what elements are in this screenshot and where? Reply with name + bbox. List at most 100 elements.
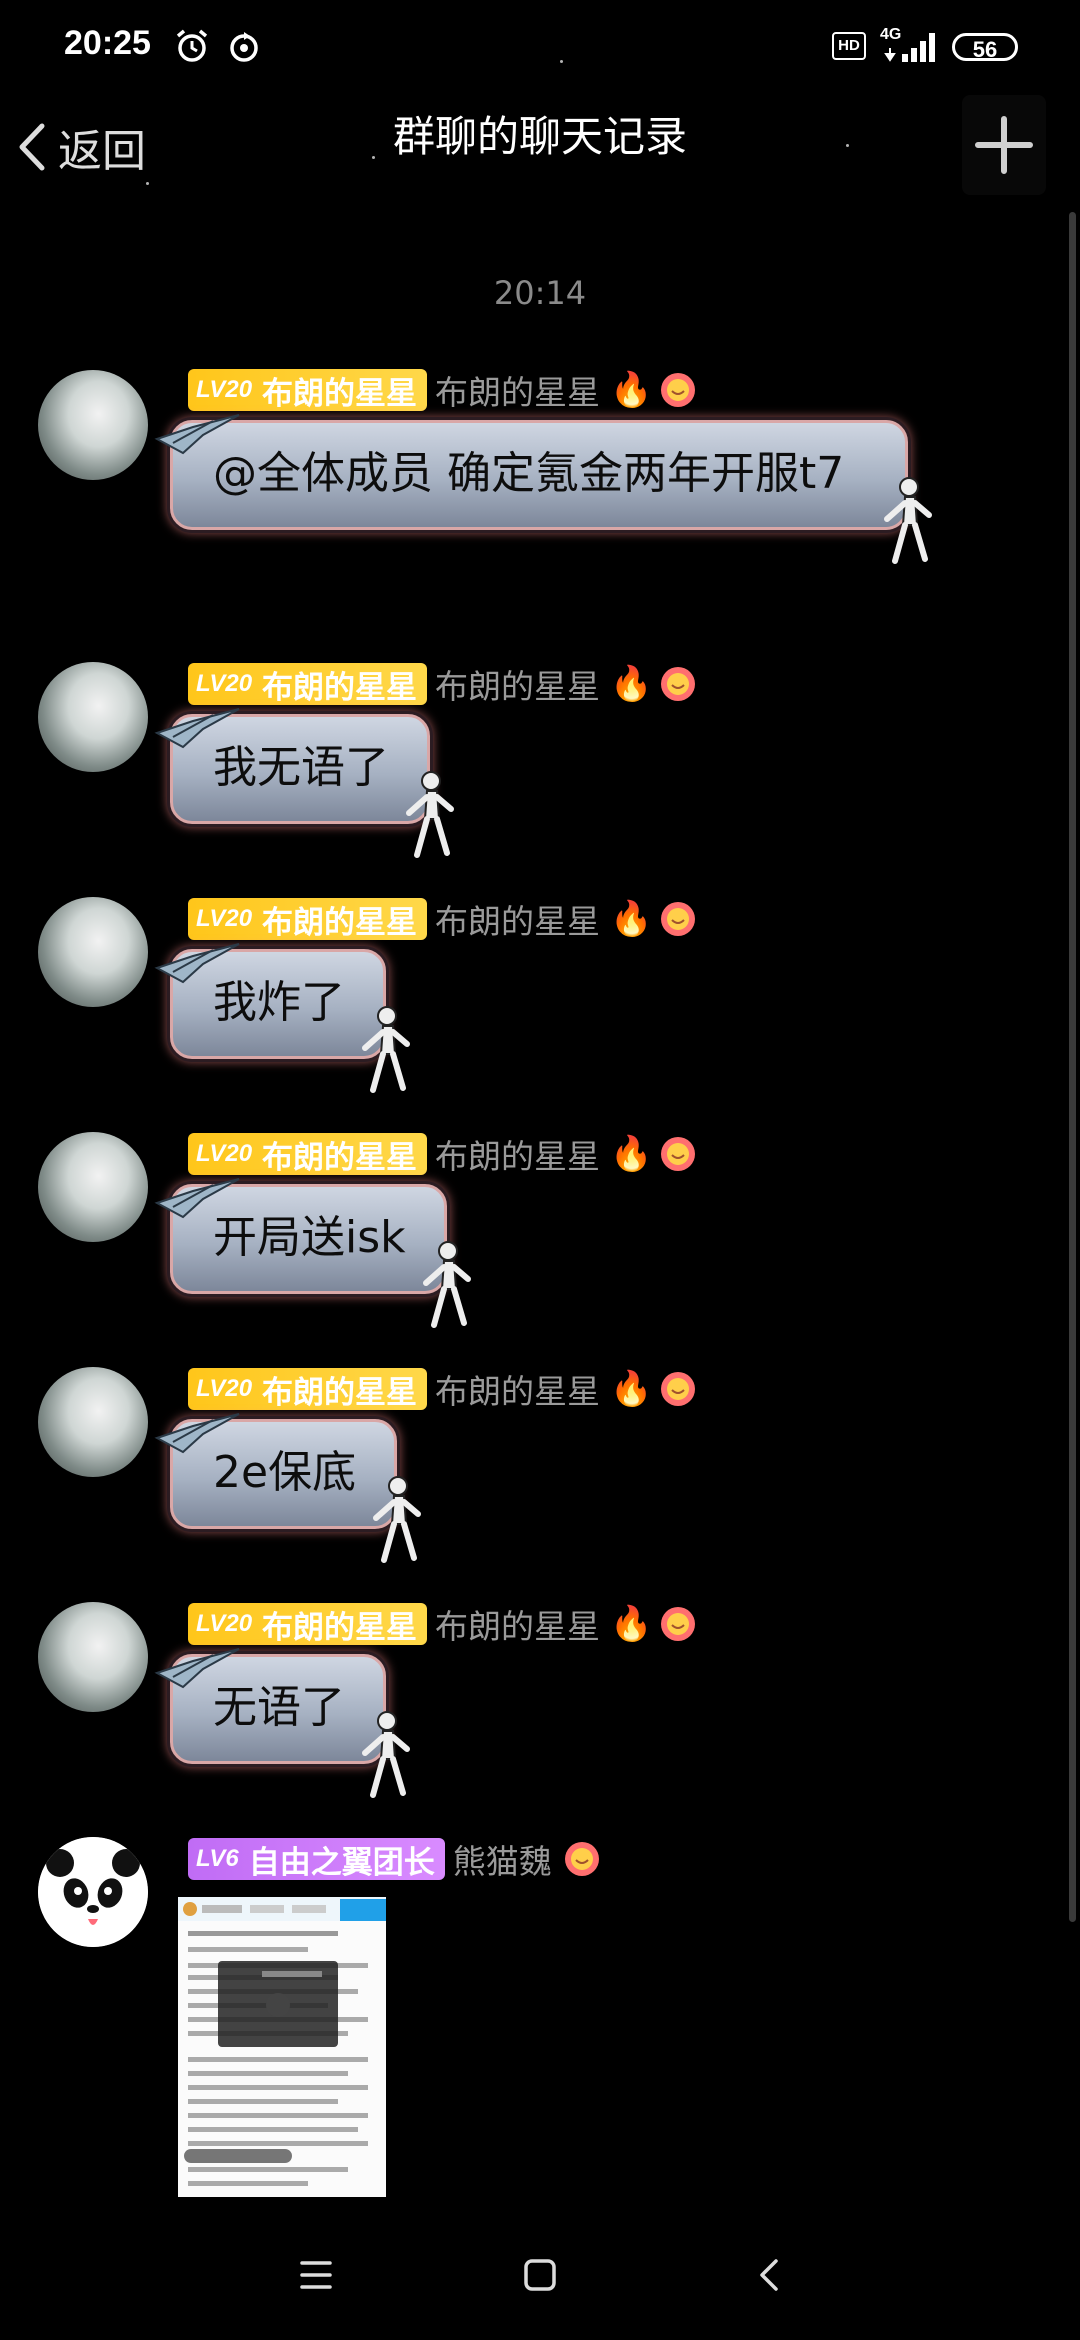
- message-bubble[interactable]: 2e保底: [154, 1413, 422, 1563]
- flower-icon: [564, 1842, 599, 1876]
- system-nav-bar: [0, 2215, 1080, 2340]
- chat-message: LV20 布朗的星星 布朗的星星 🔥 开局送isk: [0, 1132, 1080, 1332]
- sender-name: 布朗的星星: [435, 373, 601, 412]
- status-time: 20:25: [64, 24, 151, 62]
- alarm-clock-icon: [176, 29, 208, 62]
- sender-name: 熊猫魏: [452, 1842, 552, 1881]
- battery-indicator: 56: [952, 33, 1018, 62]
- signal-icon: [884, 33, 935, 62]
- fire-icon: 🔥: [610, 899, 653, 939]
- member-level-tag: LV20 布朗的星星: [188, 1603, 428, 1646]
- stormtrooper-decoration-icon: [373, 1476, 422, 1563]
- avatar[interactable]: [38, 370, 148, 480]
- sender-name: 布朗的星星: [435, 667, 601, 706]
- sender-name: 布朗的星星: [435, 1137, 601, 1176]
- message-header: LV6 自由之翼团长 熊猫魏: [188, 1837, 602, 1881]
- member-level-tag: LV20 布朗的星星: [188, 369, 428, 412]
- message-header: LV20 布朗的星星 布朗的星星 🔥: [188, 897, 698, 941]
- message-header: LV20 布朗的星星 布朗的星星 🔥: [188, 368, 698, 412]
- level-badge: LV20: [196, 905, 253, 932]
- chat-message: LV20 布朗的星星 布朗的星星 🔥 无语了: [0, 1602, 1080, 1802]
- image-message[interactable]: [178, 1897, 386, 2197]
- avatar[interactable]: [38, 1132, 148, 1242]
- level-badge: LV20: [196, 376, 253, 403]
- fire-icon: 🔥: [610, 370, 653, 410]
- member-level-tag: LV20 布朗的星星: [188, 1368, 428, 1411]
- message-bubble[interactable]: 无语了: [154, 1648, 410, 1798]
- flower-icon: [661, 373, 696, 407]
- avatar[interactable]: [38, 1837, 148, 1947]
- chat-message: LV20 布朗的星星 布朗的星星 🔥 2e保底: [0, 1367, 1080, 1567]
- member-level-tag: LV20 布朗的星星: [188, 663, 428, 706]
- plus-button[interactable]: [962, 95, 1046, 195]
- member-title: 布朗的星星: [262, 1609, 418, 1646]
- member-level-tag: LV20 布朗的星星: [188, 1133, 428, 1176]
- avatar[interactable]: [38, 897, 148, 1007]
- menu-icon[interactable]: [298, 2257, 334, 2293]
- status-bar: 20:25 HD 4G 56: [0, 0, 1080, 95]
- fire-icon: 🔥: [610, 1369, 653, 1409]
- message-text: @全体成员 确定氪金两年开服t7: [213, 448, 845, 499]
- stormtrooper-decoration-icon: [422, 1241, 471, 1328]
- hd-badge: HD: [832, 32, 866, 60]
- spaceship-decoration-icon: [154, 1648, 240, 1689]
- message-header: LV20 布朗的星星 布朗的星星 🔥: [188, 1367, 698, 1411]
- level-badge: LV20: [196, 670, 253, 697]
- message-bubble[interactable]: @全体成员 确定氪金两年开服t7: [154, 414, 932, 564]
- spaceship-decoration-icon: [154, 708, 240, 749]
- message-header: LV20 布朗的星星 布朗的星星 🔥: [188, 1132, 698, 1176]
- member-level-tag: LV20 布朗的星星: [188, 898, 428, 941]
- page-title: 群聊的聊天记录: [392, 112, 687, 161]
- sender-name: 布朗的星星: [435, 1372, 601, 1411]
- flower-icon: [661, 1607, 696, 1641]
- flower-icon: [661, 902, 696, 936]
- spaceship-decoration-icon: [154, 1178, 240, 1219]
- message-header: LV20 布朗的星星 布朗的星星 🔥: [188, 1602, 698, 1646]
- member-level-tag: LV6 自由之翼团长: [188, 1838, 445, 1881]
- message-header: LV20 布朗的星星 布朗的星星 🔥: [188, 662, 698, 706]
- back-arrow-icon[interactable]: [752, 2257, 788, 2293]
- member-title: 布朗的星星: [262, 904, 418, 941]
- scrollbar[interactable]: [1069, 212, 1076, 1922]
- avatar[interactable]: [38, 1602, 148, 1712]
- avatar[interactable]: [38, 1367, 148, 1477]
- level-badge: LV20: [196, 1610, 253, 1637]
- sender-name: 布朗的星星: [435, 1607, 601, 1646]
- member-title: 布朗的星星: [262, 1139, 418, 1176]
- spaceship-decoration-icon: [154, 943, 240, 984]
- message-bubble[interactable]: 我炸了: [154, 943, 410, 1093]
- chat-message: LV20 布朗的星星 布朗的星星 🔥 @全体成员 确定氪金两年开服t7: [0, 368, 1080, 628]
- flower-icon: [661, 1137, 696, 1171]
- panda-avatar-icon: [38, 1837, 148, 1947]
- flower-icon: [661, 667, 696, 701]
- level-badge: LV20: [196, 1140, 253, 1167]
- chat-message: LV6 自由之翼团长 熊猫魏: [0, 1837, 1080, 2217]
- chat-timestamp: 20:14: [493, 274, 587, 312]
- fire-icon: 🔥: [610, 1134, 653, 1174]
- spaceship-decoration-icon: [154, 1413, 240, 1454]
- flower-icon: [661, 1372, 696, 1406]
- member-title: 布朗的星星: [262, 669, 418, 706]
- stormtrooper-decoration-icon: [362, 1006, 410, 1093]
- level-badge: LV6: [196, 1845, 239, 1872]
- plus-icon: [975, 116, 1033, 174]
- sync-icon: [230, 32, 258, 62]
- spaceship-decoration-icon: [154, 414, 240, 455]
- screenshot-thumbnail-image: [178, 1897, 386, 2197]
- stormtrooper-decoration-icon: [362, 1711, 410, 1798]
- chat-message: LV20 布朗的星星 布朗的星星 🔥 我炸了: [0, 897, 1080, 1097]
- stormtrooper-decoration-icon: [406, 771, 454, 858]
- home-square-icon[interactable]: [522, 2257, 558, 2293]
- level-badge: LV20: [196, 1375, 253, 1402]
- avatar[interactable]: [38, 662, 148, 772]
- chat-message: LV20 布朗的星星 布朗的星星 🔥 我无语了: [0, 662, 1080, 862]
- message-bubble[interactable]: 开局送isk: [154, 1178, 471, 1328]
- stormtrooper-decoration-icon: [884, 477, 932, 564]
- message-bubble[interactable]: 我无语了: [154, 708, 454, 858]
- sender-name: 布朗的星星: [435, 902, 601, 941]
- member-title: 布朗的星星: [262, 375, 418, 412]
- nav-bar: 返回 群聊的聊天记录: [0, 95, 1080, 210]
- battery-level: 56: [972, 37, 998, 62]
- fire-icon: 🔥: [610, 664, 653, 704]
- fire-icon: 🔥: [610, 1604, 653, 1644]
